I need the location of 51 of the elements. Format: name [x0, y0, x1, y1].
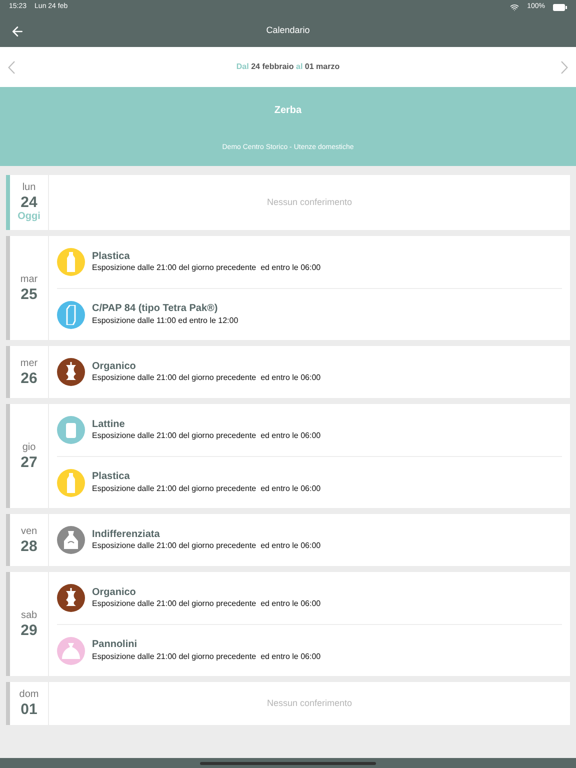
weekday-label: dom	[19, 690, 39, 700]
trash-bag-icon	[63, 531, 79, 549]
collection-time: Esposizione dalle 21:00 del giorno precedente ed entro le 06:00	[92, 541, 321, 552]
collection-time: Esposizione dalle 21:00 del giorno precedente ed entro le 06:00	[92, 599, 321, 610]
bottle-icon	[65, 472, 77, 492]
waste-type-name: Pannolini	[92, 639, 138, 652]
day-number: 01	[20, 702, 38, 717]
collection-time: Esposizione dalle 21:00 del giorno precedente ed entro le 06:00	[92, 431, 321, 442]
waste-type-name: Indifferenziata	[92, 528, 161, 542]
collection-time: Esposizione dalle 21:00 del giorno precedente ed entro le 06:00	[92, 373, 321, 384]
today-label: Oggi	[18, 212, 40, 222]
carton-icon	[65, 304, 77, 324]
next-button[interactable]	[560, 60, 568, 74]
battery-icon	[553, 4, 567, 11]
waste-type-name: Plastica	[92, 471, 131, 484]
day-number: 26	[20, 370, 38, 386]
waste-type-name: Organico	[92, 586, 137, 600]
collection-time: Esposizione dalle 21:00 del giorno precedente ed entro le 06:00	[92, 484, 321, 494]
zone-title: Zerba	[274, 104, 302, 118]
empty-message: Nessun conferimento	[266, 696, 352, 710]
apple-core-icon	[64, 362, 78, 382]
weekday-label: mar	[20, 274, 38, 284]
waste-type-name: Plastica	[92, 250, 131, 264]
chevron-left-icon	[8, 60, 15, 74]
sack-icon	[62, 642, 80, 658]
day-number: 28	[20, 538, 38, 554]
waste-type-name: C/PAP 84 (tipo Tetra Pak®)	[92, 303, 219, 316]
bottle-icon	[65, 252, 77, 272]
back-button[interactable]	[10, 24, 25, 38]
waste-type-name: Organico	[92, 360, 137, 374]
collection-time: Esposizione dalle 11:00 ed entro le 12:00	[92, 316, 238, 326]
day-number: 29	[20, 622, 38, 638]
day-number: 25	[20, 286, 38, 302]
previous-button[interactable]	[8, 60, 15, 74]
weekday-label: ven	[20, 526, 38, 536]
weekday-label: lun	[22, 183, 36, 193]
weekday-label: sab	[20, 610, 38, 620]
chevron-right-icon	[560, 60, 568, 74]
weekday-label: mer	[20, 358, 38, 368]
date-range: Dal 24 febbraio al 01 marzo	[236, 61, 340, 73]
collection-time: Esposizione dalle 21:00 del giorno precedente ed entro le 06:00	[92, 263, 321, 274]
header-title: Calendario	[266, 24, 310, 38]
wifi-icon	[510, 3, 520, 12]
can-icon	[66, 422, 76, 438]
collection-time: Esposizione dalle 21:00 del giorno precedente ed entro le 06:00	[92, 652, 321, 662]
waste-type-name: Lattine	[92, 418, 126, 432]
apple-core-icon	[64, 588, 78, 608]
day-number: 27	[20, 454, 38, 470]
empty-message: Nessun conferimento	[266, 196, 352, 209]
weekday-label: gio	[22, 442, 36, 452]
day-number: 24	[20, 195, 38, 210]
